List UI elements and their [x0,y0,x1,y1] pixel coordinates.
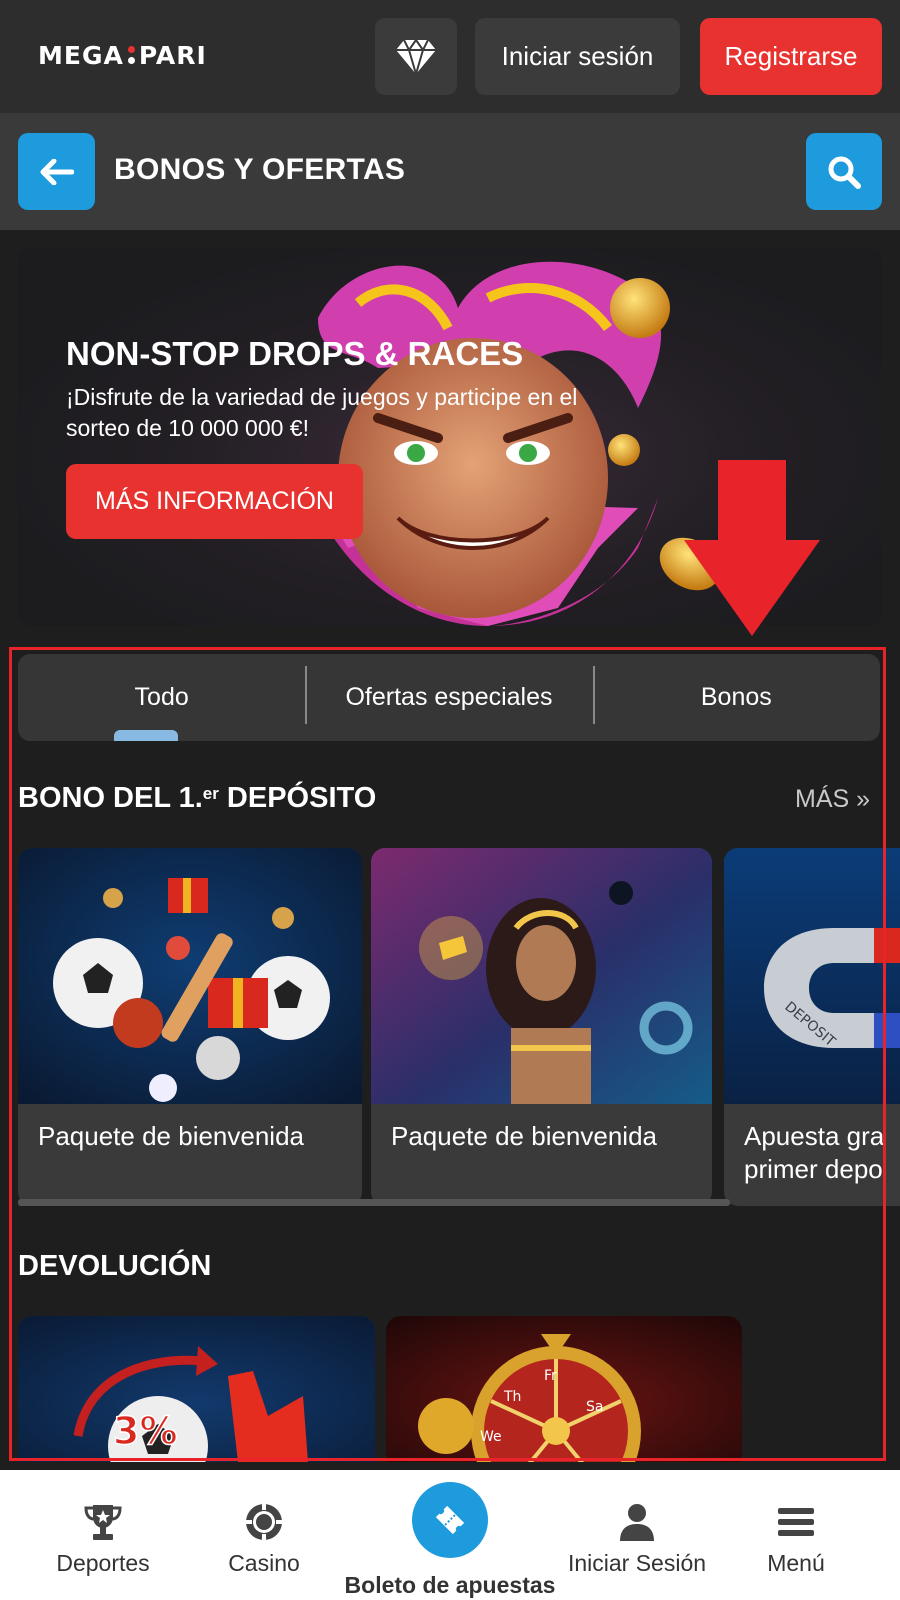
search-button[interactable] [806,133,882,210]
card-label: Apuesta gra primer depo [744,1120,884,1186]
vip-diamond-button[interactable] [375,18,457,95]
back-button[interactable] [18,133,95,210]
scrollbar-thumb[interactable] [18,1199,730,1206]
nav-casino[interactable]: Casino [179,1502,349,1577]
logo-dots [127,46,135,64]
logo-text-left: MEGA [38,40,124,70]
card-label: Paquete de bienvenida [391,1121,658,1151]
nav-sports[interactable]: Deportes [18,1502,188,1577]
hamburger-icon [778,1508,814,1536]
megapari-logo[interactable]: MEGA PARI [38,40,207,70]
svg-text:Sa: Sa [586,1399,603,1415]
svg-text:We: We [480,1429,502,1445]
casino-chip-icon [246,1504,282,1540]
cleopatra-image [371,848,712,1104]
section-title-part: BONO DEL 1. [18,782,203,814]
search-icon [828,156,861,189]
nav-betslip-button[interactable] [412,1482,488,1558]
page-title: BONOS Y OFERTAS [114,153,406,186]
bonus-card[interactable]: Paquete de bienvenida [18,848,362,1206]
bottom-navigation: Deportes Casino Boleto de apuestas Inici… [0,1470,900,1600]
cashback-card[interactable]: 3% [18,1316,375,1462]
horizontal-scrollbar[interactable] [18,1199,730,1206]
top-header: MEGA PARI Iniciar sesión Registrarse [0,0,900,113]
logo-text-right: PARI [138,40,207,70]
diamond-icon [396,38,436,75]
deposit-magnet-image: DEPOSIT [724,848,900,1104]
nav-login[interactable]: Iniciar Sesión [552,1502,722,1577]
page-header: BONOS Y OFERTAS [0,113,900,230]
section-title-first-deposit: BONO DEL 1.er DEPÓSITO [18,782,376,815]
section-title-superscript: er [202,784,219,803]
bonus-card[interactable]: DEPOSIT Apuesta gra primer depo [724,848,900,1206]
card-label: Paquete de bienvenida [38,1121,305,1151]
card-label-line: primer depo [744,1154,883,1184]
nav-menu[interactable]: Menú [711,1502,881,1577]
nav-label: Menú [767,1550,825,1576]
nav-label: Iniciar Sesión [567,1550,707,1576]
red-arrow-annotation [684,460,820,636]
ticket-icon [435,1505,465,1535]
more-info-button[interactable]: MÁS INFORMACIÓN [66,464,363,539]
bonus-card[interactable]: Paquete de bienvenida [371,848,712,1206]
cashback-card[interactable]: Fr Sa Th We [386,1316,742,1462]
active-tab-indicator [114,730,178,741]
sports-gifts-image [18,848,362,1104]
category-tabs: Todo Ofertas especiales Bonos [18,654,880,741]
tab-all[interactable]: Todo [18,654,305,741]
more-link[interactable]: MÁS » [795,785,870,814]
card-label-line: Apuesta gra [744,1121,885,1151]
register-button[interactable]: Registrarse [700,18,882,95]
wheel-of-fortune-image: Fr Sa Th We [386,1316,742,1462]
user-icon [620,1504,654,1541]
svg-text:Fr: Fr [544,1368,557,1384]
cashback-ball-image: 3% [18,1316,375,1462]
section-title-part: DEPÓSITO [218,782,377,814]
section-title-cashback: DEVOLUCIÓN [18,1250,212,1282]
arrow-left-icon [40,158,74,185]
svg-text:3%: 3% [113,1409,178,1453]
svg-text:Th: Th [503,1389,521,1405]
tab-special-offers[interactable]: Ofertas especiales [305,654,592,741]
banner-description: ¡Disfrute de la variedad de juegos y par… [66,384,578,441]
trophy-icon [84,1505,122,1540]
login-button[interactable]: Iniciar sesión [475,18,680,95]
tab-bonuses[interactable]: Bonos [592,654,880,741]
banner-title: NON-STOP DROPS & RACES [66,335,524,372]
